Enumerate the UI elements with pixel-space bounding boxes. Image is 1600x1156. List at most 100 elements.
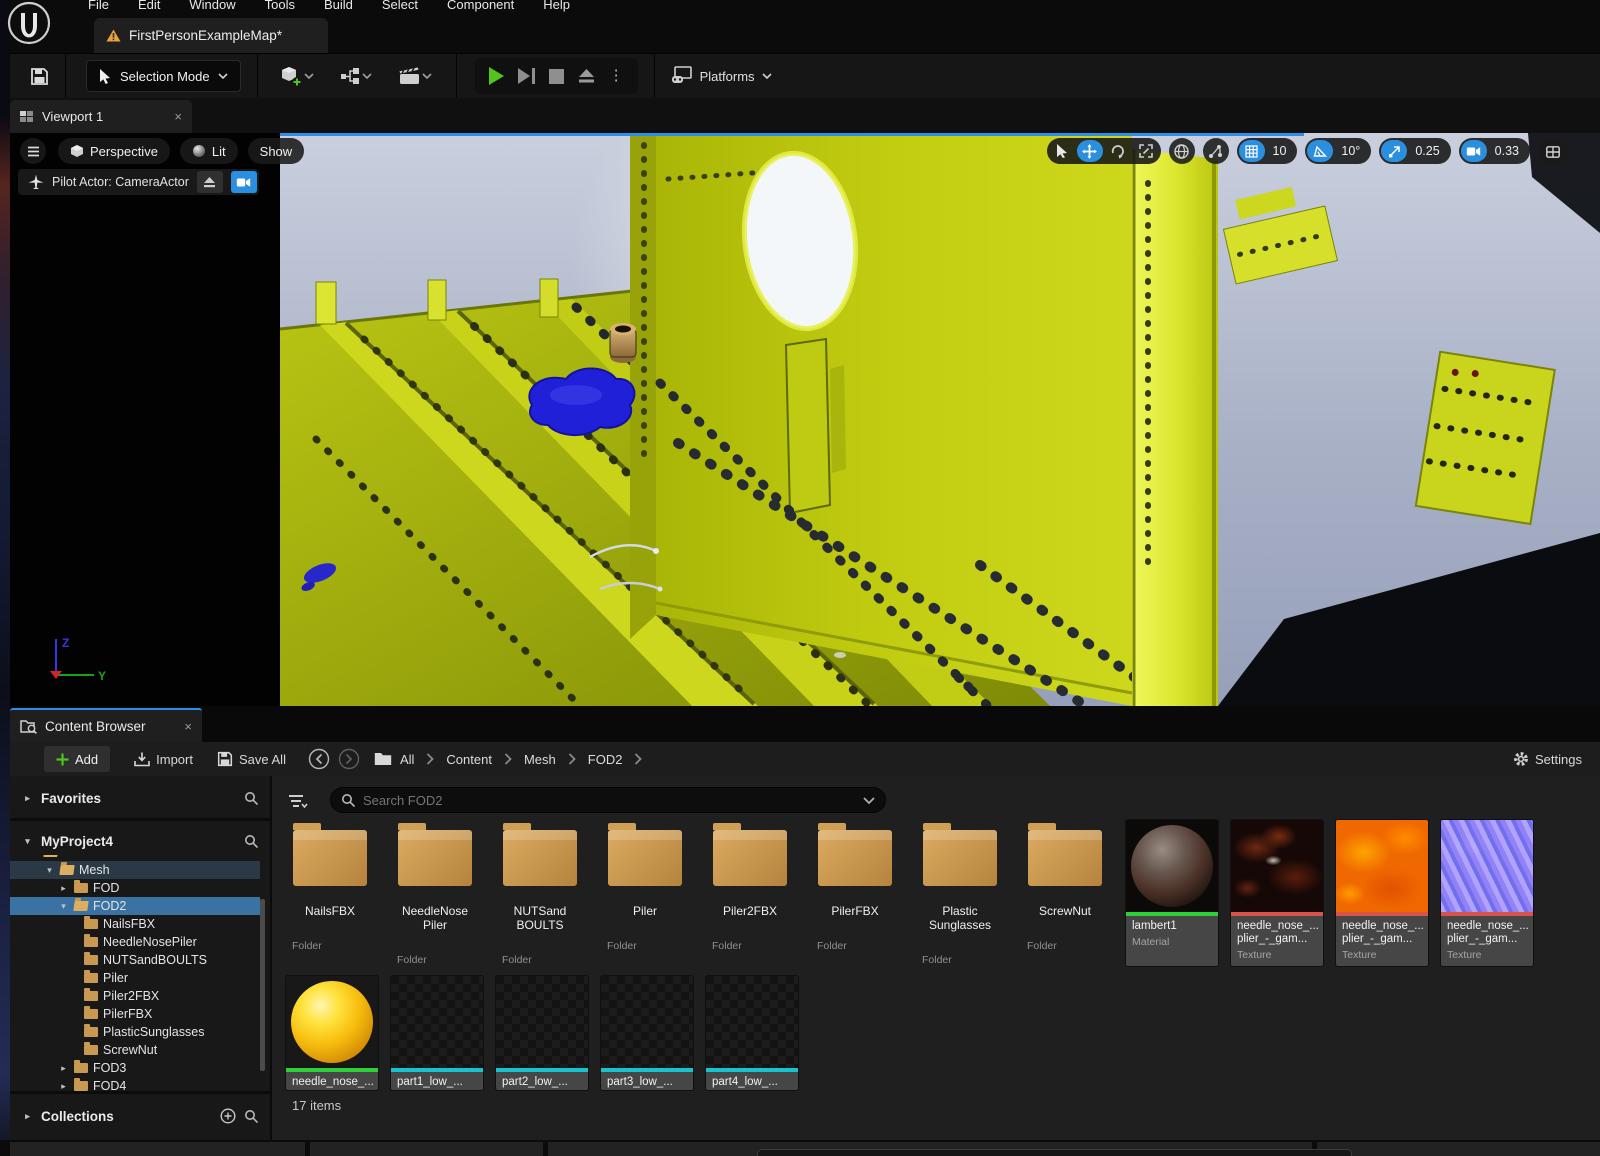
stop-button[interactable] <box>549 69 564 84</box>
level-tab[interactable]: FirstPersonExampleMap* <box>94 18 328 53</box>
tree-item-fod4[interactable]: ▸FOD4 <box>10 1077 270 1091</box>
maximize-viewport-button[interactable] <box>1540 139 1566 165</box>
show-dropdown[interactable]: Show <box>248 138 305 164</box>
menu-component[interactable]: Component <box>447 0 514 12</box>
grid-snap-button[interactable] <box>1239 140 1265 162</box>
tree-item-piler2fbx[interactable]: Piler2FBX <box>10 987 270 1005</box>
move-tool-button[interactable] <box>1077 140 1103 162</box>
breadcrumb-fod2[interactable]: FOD2 <box>588 752 623 767</box>
platforms-dropdown[interactable]: Platforms <box>671 66 772 86</box>
save-button[interactable] <box>24 60 55 92</box>
collections-section[interactable]: ▸ Collections <box>10 1102 270 1130</box>
surface-snapping-button[interactable] <box>1203 138 1229 164</box>
folder-tile-screwnut[interactable]: ScrewNutFolder <box>1015 822 1115 956</box>
blueprints-button[interactable] <box>334 60 378 92</box>
cinematics-button[interactable] <box>392 60 438 92</box>
add-actor-button[interactable] <box>274 60 320 92</box>
menu-window[interactable]: Window <box>189 0 235 12</box>
chevron-down-icon[interactable] <box>863 797 875 804</box>
tree-item-pilerfbx[interactable]: PilerFBX <box>10 1005 270 1023</box>
rotation-snap-button[interactable] <box>1307 140 1333 162</box>
search-icon[interactable] <box>244 834 258 848</box>
expand-arrow-icon[interactable]: ▸ <box>22 793 33 804</box>
viewport-3d-scene[interactable] <box>280 133 1600 706</box>
viewport-options-menu[interactable] <box>20 138 46 164</box>
asset-tile-needle-nose-texture-3[interactable]: needle_nose_...plier_-_gam...Texture <box>1441 820 1533 966</box>
bottom-segment[interactable] <box>10 1142 305 1156</box>
selection-mode-dropdown[interactable]: Selection Mode <box>86 60 241 92</box>
collapse-arrow-icon[interactable]: ▾ <box>44 865 55 876</box>
expand-arrow-icon[interactable]: ▸ <box>58 883 69 894</box>
import-button[interactable]: Import <box>134 752 193 767</box>
rotate-tool-button[interactable] <box>1105 140 1131 162</box>
search-input[interactable] <box>363 793 855 808</box>
world-space-toggle[interactable] <box>1169 138 1195 164</box>
menu-help[interactable]: Help <box>543 0 570 12</box>
tree-item-needlenosepiler[interactable]: NeedleNosePiler <box>10 933 270 951</box>
collapse-arrow-icon[interactable]: ▾ <box>22 836 33 847</box>
tree-item-fod2-selected[interactable]: ▾FOD2 <box>10 897 260 915</box>
save-all-button[interactable]: Save All <box>217 751 286 767</box>
expand-arrow-icon[interactable]: ▸ <box>58 1081 69 1092</box>
tree-scrollbar[interactable] <box>260 899 265 1071</box>
tree-item-plasticsunglasses[interactable]: PlasticSunglasses <box>10 1023 270 1041</box>
menu-tools[interactable]: Tools <box>265 0 295 12</box>
scale-tool-button[interactable] <box>1133 140 1159 162</box>
filter-icon[interactable] <box>288 794 308 810</box>
close-icon[interactable]: × <box>184 719 192 734</box>
asset-tile-needle-nose-texture-1[interactable]: needle_nose_...plier_-_gam...Texture <box>1231 820 1323 966</box>
asset-tile-part4-low[interactable]: part4_low_... <box>706 976 798 1090</box>
forward-button[interactable] <box>338 748 360 770</box>
scale-snap-button[interactable] <box>1381 140 1407 162</box>
viewport-tab[interactable]: Viewport 1 × <box>10 100 192 133</box>
folder-tile-pilerfbx[interactable]: PilerFBXFolder <box>805 822 905 956</box>
breadcrumb-all[interactable]: All <box>400 752 414 767</box>
rotation-snap-value[interactable]: 10° <box>1335 144 1369 158</box>
close-icon[interactable]: × <box>174 109 182 124</box>
folder-tile-plasticsunglasses[interactable]: PlasticSunglassesFolder <box>910 822 1010 956</box>
stop-piloting-button[interactable] <box>197 171 223 193</box>
tree-item-nailsfbx[interactable]: NailsFBX <box>10 915 270 933</box>
asset-tile-needle-nose-material[interactable]: needle_nose_... <box>286 976 378 1090</box>
collapse-arrow-icon[interactable]: ▾ <box>58 901 69 912</box>
expand-arrow-icon[interactable]: ▸ <box>58 1063 69 1074</box>
folder-tile-nutsandboults[interactable]: NUTSandBOULTSFolder <box>490 822 590 956</box>
folder-tile-piler[interactable]: PilerFolder <box>595 822 695 956</box>
settings-button[interactable]: Settings <box>1513 751 1582 767</box>
grid-snap-value[interactable]: 10 <box>1267 144 1296 158</box>
lit-dropdown[interactable]: Lit <box>180 138 238 164</box>
folder-tile-piler2fbx[interactable]: Piler2FBXFolder <box>700 822 800 956</box>
add-collection-icon[interactable] <box>220 1108 236 1124</box>
camera-speed-value[interactable]: 0.33 <box>1489 144 1528 158</box>
select-tool-button[interactable] <box>1049 140 1075 162</box>
play-options-icon[interactable]: ⋮ <box>609 69 624 83</box>
tree-item-piler[interactable]: Piler <box>10 969 270 987</box>
bottom-segment[interactable] <box>1317 1142 1600 1156</box>
asset-tile-part3-low[interactable]: part3_low_... <box>601 976 693 1090</box>
search-icon[interactable] <box>244 1109 258 1123</box>
pilot-camera-view-button[interactable] <box>231 171 257 193</box>
asset-tile-part1-low[interactable]: part1_low_... <box>391 976 483 1090</box>
menu-build[interactable]: Build <box>324 0 353 12</box>
bottom-segment[interactable] <box>310 1142 543 1156</box>
back-button[interactable] <box>308 748 330 770</box>
breadcrumb-mesh[interactable]: Mesh <box>524 752 556 767</box>
add-button[interactable]: Add <box>44 746 110 772</box>
expand-arrow-icon[interactable]: ▸ <box>22 1111 33 1122</box>
project-section[interactable]: ▾ MyProject4 <box>10 827 270 855</box>
menu-edit[interactable]: Edit <box>138 0 160 12</box>
favorites-section[interactable]: ▸ Favorites <box>10 784 270 812</box>
unreal-logo-icon[interactable] <box>6 0 52 46</box>
tree-item-fod3[interactable]: ▸FOD3 <box>10 1059 270 1077</box>
tree-item-mesh[interactable]: ▾Mesh <box>10 861 260 879</box>
asset-tile-part2-low[interactable]: part2_low_... <box>496 976 588 1090</box>
tree-item-nutsandboults[interactable]: NUTSandBOULTS <box>10 951 270 969</box>
asset-tile-needle-nose-texture-2[interactable]: needle_nose_...plier_-_gam...Texture <box>1336 820 1428 966</box>
eject-button[interactable] <box>578 69 595 84</box>
asset-tile-lambert1[interactable]: lambert1Material <box>1126 820 1218 966</box>
play-button[interactable] <box>489 67 504 85</box>
menu-select[interactable]: Select <box>382 0 418 12</box>
breadcrumb-content[interactable]: Content <box>446 752 492 767</box>
content-browser-tab[interactable]: Content Browser × <box>10 708 202 742</box>
tree-item-fod[interactable]: ▸FOD <box>10 879 270 897</box>
